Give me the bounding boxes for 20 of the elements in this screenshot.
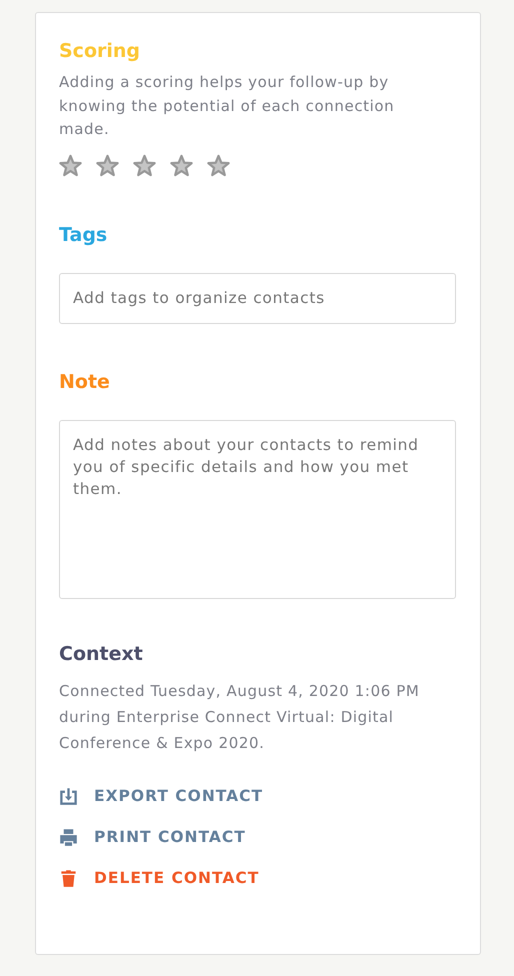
star-rating[interactable] (59, 154, 230, 176)
tags-input[interactable]: Add tags to organize contacts (59, 272, 456, 324)
star-icon[interactable] (59, 154, 82, 176)
star-icon[interactable] (96, 154, 119, 176)
action-link[interactable]: PRINT CONTACT (59, 824, 246, 850)
note-textarea[interactable]: Add notes about your contacts to remind you of specific details and how you met them. (59, 420, 456, 598)
download-icon (59, 786, 78, 806)
section-title: Scoring (59, 39, 142, 63)
printer-icon (59, 828, 78, 846)
action-link[interactable]: EXPORT CONTACT (59, 784, 264, 808)
star-icon[interactable] (207, 154, 230, 176)
action-link[interactable]: DELETE CONTACT (59, 866, 260, 890)
section-title: Tags (59, 222, 108, 246)
context-text: Connected Tuesday, August 4, 2020 1:06 PM during Enterprise Connect Virtual: Digital Conference & Expo 2020. (59, 680, 420, 754)
star-icon[interactable] (133, 154, 156, 176)
scoring-description: Adding a scoring helps your follow-up by knowing the potential of each connection made. (59, 72, 396, 140)
trash-icon (59, 868, 78, 888)
section-title: Note (59, 370, 111, 394)
section-title: Context (59, 642, 144, 666)
star-icon[interactable] (170, 154, 193, 176)
